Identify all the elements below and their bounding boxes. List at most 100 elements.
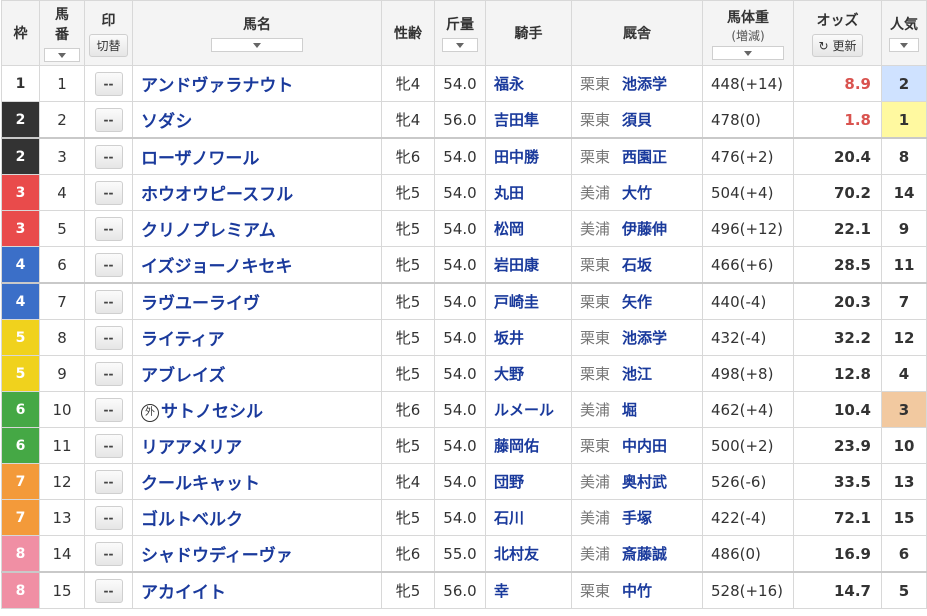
jockey-link[interactable]: 岩田康 — [494, 256, 539, 274]
jockey-link[interactable]: ルメール — [494, 401, 554, 419]
jockey-link[interactable]: 幸 — [494, 582, 509, 600]
trainer-link[interactable]: 池江 — [622, 365, 652, 383]
table-row[interactable]: 8 15 -- アカイイト 牝5 56.0 幸 栗東 中竹 528(+16) 14.7 5 — [1, 571, 927, 609]
horse-name-link[interactable]: クールキャット — [141, 474, 260, 494]
jockey-link[interactable]: 北村友 — [494, 545, 539, 563]
odds-value: 20.4 — [833, 147, 871, 166]
weight-cell: 54.0 — [434, 246, 486, 284]
sort-name-dropdown[interactable] — [211, 38, 303, 52]
table-row[interactable]: 2 3 -- ローザノワール 牝6 54.0 田中勝 栗東 西園正 476(+2) 20.4 8 — [1, 137, 927, 175]
popularity-cell: 5 — [881, 571, 927, 609]
jockey-link[interactable]: 坂井 — [494, 329, 524, 347]
mark-select-button[interactable]: -- — [94, 107, 123, 132]
trainer-link[interactable]: 西園正 — [622, 148, 667, 166]
mark-select-button[interactable]: -- — [94, 180, 123, 205]
trainer-link[interactable]: 矢作 — [622, 293, 652, 311]
trainer-link[interactable]: 池添学 — [622, 75, 667, 93]
stable-area: 美浦 — [580, 509, 611, 527]
jockey-link[interactable]: 石川 — [494, 509, 524, 527]
table-row[interactable]: 7 12 -- クールキャット 牝4 54.0 団野 美浦 奥村武 526(-6) 33.5 13 — [1, 463, 927, 500]
col-weight[interactable]: 斤量 — [434, 0, 486, 66]
table-row[interactable]: 1 1 -- アンドヴァラナウト 牝4 54.0 福永 栗東 池添学 448(+14) 8.9 2 — [1, 65, 927, 102]
trainer-link[interactable]: 池添学 — [622, 329, 667, 347]
sort-pop-dropdown[interactable] — [889, 38, 919, 52]
table-row[interactable]: 6 11 -- リアアメリア 牝5 54.0 藤岡佑 栗東 中内田 500(+2) 23.9 10 — [1, 427, 927, 464]
table-row[interactable]: 8 14 -- シャドウディーヴァ 牝6 55.0 北村友 美浦 斎藤誠 486(0) 16.9 6 — [1, 535, 927, 573]
jockey-link[interactable]: 藤岡佑 — [494, 437, 539, 455]
trainer-link[interactable]: 斎藤誠 — [622, 545, 667, 563]
mark-select-button[interactable]: -- — [94, 252, 123, 277]
jockey-link[interactable]: 戸崎圭 — [494, 293, 539, 311]
mark-cell: -- — [84, 355, 133, 392]
horse-name-link[interactable]: イズジョーノキセキ — [141, 257, 292, 277]
mark-select-button[interactable]: -- — [94, 397, 123, 422]
jockey-link[interactable]: 松岡 — [494, 220, 524, 238]
mark-select-button[interactable]: -- — [94, 289, 123, 314]
mark-select-button[interactable]: -- — [94, 325, 123, 350]
table-row[interactable]: 4 6 -- イズジョーノキセキ 牝5 54.0 岩田康 栗東 石坂 466(+6) 28.5 11 — [1, 246, 927, 284]
col-bodyweight[interactable]: 馬体重 (増減) — [702, 0, 794, 66]
horse-name-link[interactable]: アカイイト — [141, 583, 226, 603]
sort-umaban-dropdown[interactable] — [44, 48, 80, 62]
table-row[interactable]: 7 13 -- ゴルトベルク 牝5 54.0 石川 美浦 手塚 422(-4) 72.1 15 — [1, 499, 927, 536]
table-row[interactable]: 4 7 -- ラヴユーライヴ 牝5 54.0 戸崎圭 栗東 矢作 440(-4) 20.3 7 — [1, 282, 927, 320]
weight-value: 56.0 — [443, 110, 477, 129]
trainer-link[interactable]: 石坂 — [622, 256, 652, 274]
jockey-link[interactable]: 吉田隼 — [494, 111, 539, 129]
sexage-cell: 牝4 — [381, 463, 435, 500]
trainer-link[interactable]: 中内田 — [622, 437, 667, 455]
jockey-link[interactable]: 大野 — [494, 365, 524, 383]
sexage-cell: 牝4 — [381, 101, 435, 139]
bodyweight-cell: 528(+16) — [702, 571, 794, 609]
horse-name-link[interactable]: アンドヴァラナウト — [141, 76, 293, 96]
trainer-link[interactable]: 奥村武 — [622, 473, 667, 491]
trainer-link[interactable]: 大竹 — [622, 184, 652, 202]
horse-name-link[interactable]: クリノプレミアム — [141, 221, 276, 241]
stable-cell: 美浦 伊藤伸 — [571, 210, 703, 247]
horse-name-link[interactable]: リアアメリア — [141, 438, 242, 458]
table-row[interactable]: 6 10 -- 外サトノセシル 牝6 54.0 ルメール 美浦堀 462(+4) 10.4 3 — [1, 391, 927, 428]
mark-select-button[interactable]: -- — [94, 361, 123, 386]
jockey-link[interactable]: 団野 — [494, 473, 524, 491]
trainer-link[interactable]: 中竹 — [622, 582, 652, 600]
horse-name-link[interactable]: アブレイズ — [141, 366, 226, 386]
table-row[interactable]: 5 9 -- アブレイズ 牝5 54.0 大野 栗東 池江 498(+8) 12.8 4 — [1, 355, 927, 392]
jockey-link[interactable]: 丸田 — [494, 184, 524, 202]
sort-weight-dropdown[interactable] — [442, 38, 478, 52]
odds-refresh-button[interactable]: ↻ 更新 — [811, 33, 864, 57]
col-pop[interactable]: 人気 — [881, 0, 927, 66]
mark-select-button[interactable]: -- — [94, 469, 123, 494]
mark-select-button[interactable]: -- — [94, 216, 123, 241]
mark-select-button[interactable]: -- — [94, 433, 123, 458]
sort-bodyweight-dropdown[interactable] — [712, 45, 784, 60]
horse-name-link[interactable]: ゴルトベルク — [141, 510, 243, 530]
jockey-link[interactable]: 福永 — [494, 75, 524, 93]
mark-select-button[interactable]: -- — [94, 144, 123, 169]
mark-select-button[interactable]: -- — [94, 71, 123, 96]
jockey-link[interactable]: 田中勝 — [494, 148, 539, 166]
mark-toggle-button[interactable]: 切替 — [89, 33, 128, 57]
horse-name-link[interactable]: シャドウディーヴァ — [141, 546, 293, 566]
col-umaban[interactable]: 馬 番 — [39, 0, 85, 66]
table-row[interactable]: 2 2 -- ソダシ 牝4 56.0 吉田隼 栗東 須貝 478(0) 1.8 1 — [1, 101, 927, 139]
umaban-cell: 7 — [39, 282, 85, 320]
mark-select-button[interactable]: -- — [94, 505, 123, 530]
horse-name-link[interactable]: ライティア — [141, 330, 225, 350]
horse-name-link[interactable]: ソダシ — [141, 112, 192, 132]
table-row[interactable]: 3 5 -- クリノプレミアム 牝5 54.0 松岡 美浦 伊藤伸 496(+12) 22.1 9 — [1, 210, 927, 247]
horse-name-link[interactable]: ラヴユーライヴ — [141, 294, 260, 314]
col-name[interactable]: 馬名 — [132, 0, 382, 66]
table-row[interactable]: 3 4 -- ホウオウピースフル 牝5 54.0 丸田 美浦 大竹 504(+4) 70.2 14 — [1, 174, 927, 211]
horse-name-link[interactable]: サトノセシル — [161, 402, 263, 422]
horse-name-link[interactable]: ローザノワール — [141, 149, 259, 169]
trainer-link[interactable]: 堀 — [622, 401, 637, 419]
trainer-link[interactable]: 伊藤伸 — [622, 220, 667, 238]
horse-name-link[interactable]: ホウオウピースフル — [141, 185, 293, 205]
mark-select-button[interactable]: -- — [94, 541, 123, 566]
trainer-link[interactable]: 須貝 — [622, 111, 652, 129]
trainer-link[interactable]: 手塚 — [622, 509, 652, 527]
mark-select-button[interactable]: -- — [94, 578, 123, 603]
table-row[interactable]: 5 8 -- ライティア 牝5 54.0 坂井 栗東 池添学 432(-4) 32.2 12 — [1, 319, 927, 356]
jockey-cell: 松岡 — [485, 210, 572, 247]
col-waku-label: 枠 — [13, 26, 28, 42]
